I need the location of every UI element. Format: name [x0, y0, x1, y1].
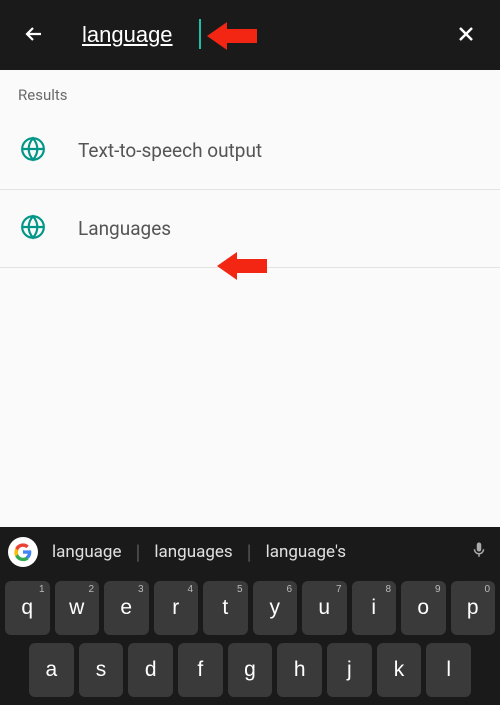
back-button[interactable] [16, 16, 52, 55]
key-p[interactable]: p0 [451, 581, 496, 635]
key-superscript: 7 [336, 584, 342, 595]
globe-icon [20, 136, 46, 166]
key-o[interactable]: o9 [401, 581, 446, 635]
key-superscript: 4 [187, 584, 193, 595]
result-label: Text-to-speech output [78, 139, 262, 162]
search-input[interactable] [82, 22, 222, 48]
annotation-arrow-icon [207, 22, 257, 50]
suggestion-2[interactable]: languages [146, 542, 240, 562]
key-t[interactable]: t5 [203, 581, 248, 635]
soft-keyboard: language | languages | language's q1w2e3… [0, 527, 500, 705]
key-u[interactable]: u7 [302, 581, 347, 635]
key-row-2: asdfghjkl [0, 639, 500, 701]
key-superscript: 2 [88, 584, 94, 595]
key-superscript: 6 [286, 584, 292, 595]
key-superscript: 3 [138, 584, 144, 595]
google-icon[interactable] [8, 537, 38, 567]
key-e[interactable]: e3 [104, 581, 149, 635]
suggestion-bar: language | languages | language's [0, 527, 500, 577]
key-superscript: 1 [39, 584, 45, 595]
key-superscript: 9 [435, 584, 441, 595]
key-r[interactable]: r4 [154, 581, 199, 635]
suggestion-1[interactable]: language [44, 542, 130, 562]
key-j[interactable]: j [327, 643, 372, 697]
clear-button[interactable] [448, 16, 484, 55]
key-i[interactable]: i8 [352, 581, 397, 635]
result-item-text-to-speech[interactable]: Text-to-speech output [0, 112, 500, 190]
key-superscript: 0 [484, 584, 490, 595]
key-h[interactable]: h [277, 643, 322, 697]
key-y[interactable]: y6 [253, 581, 298, 635]
key-row-1: q1w2e3r4t5y6u7i8o9p0 [0, 577, 500, 639]
key-w[interactable]: w2 [55, 581, 100, 635]
mic-icon[interactable] [470, 541, 492, 563]
key-f[interactable]: f [178, 643, 223, 697]
key-superscript: 5 [237, 584, 243, 595]
key-a[interactable]: a [29, 643, 74, 697]
separator: | [136, 540, 141, 564]
result-label: Languages [78, 217, 171, 240]
globe-icon [20, 214, 46, 244]
key-g[interactable]: g [228, 643, 273, 697]
results-heading: Results [0, 70, 500, 112]
key-l[interactable]: l [426, 643, 471, 697]
key-k[interactable]: k [377, 643, 422, 697]
key-d[interactable]: d [128, 643, 173, 697]
suggestion-3[interactable]: language's [258, 542, 354, 562]
back-arrow-icon [22, 22, 46, 46]
key-superscript: 8 [385, 584, 391, 595]
key-q[interactable]: q1 [5, 581, 50, 635]
separator: | [247, 540, 252, 564]
annotation-arrow-icon [217, 252, 267, 280]
close-icon [454, 22, 478, 46]
text-cursor [199, 19, 201, 49]
key-s[interactable]: s [79, 643, 124, 697]
